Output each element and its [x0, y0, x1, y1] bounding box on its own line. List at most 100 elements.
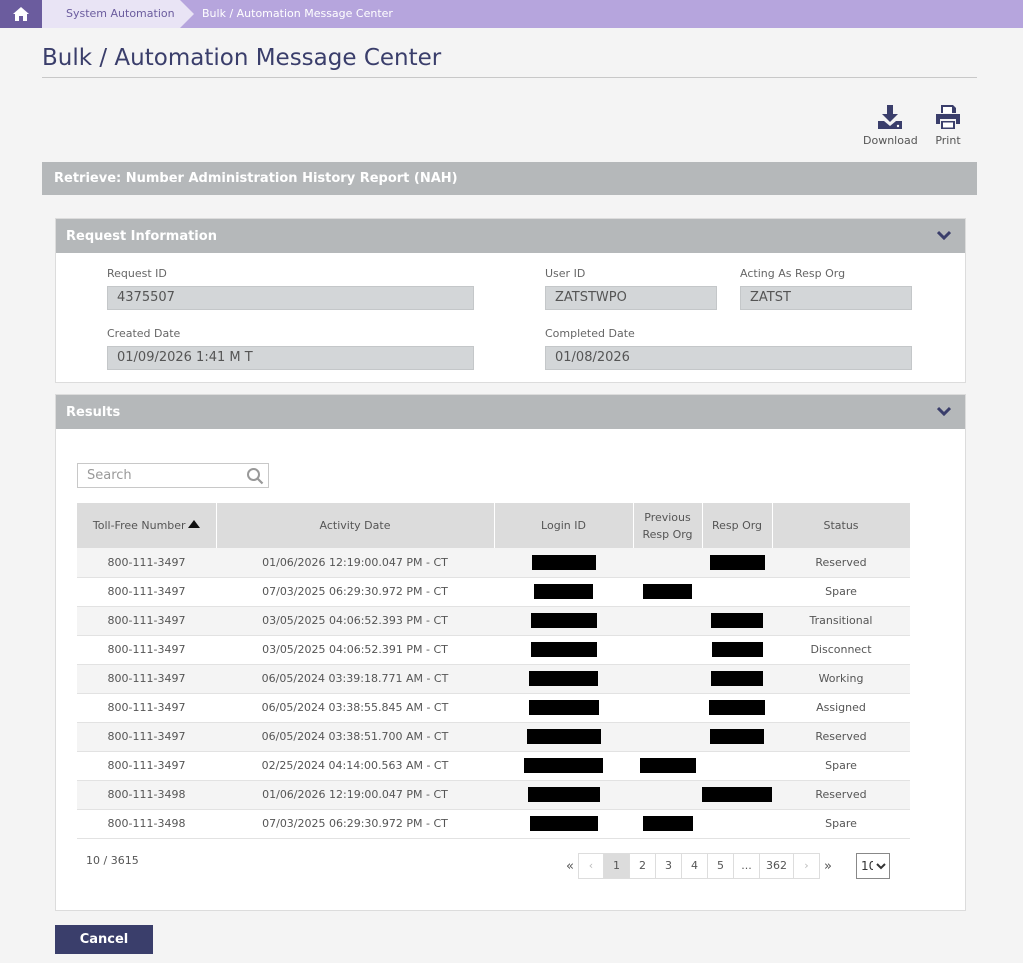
redacted-block [527, 787, 600, 802]
cell-number: 800-111-3497 [77, 606, 216, 636]
table-row[interactable]: 800-111-3498 07/03/2025 06:29:30.972 PM … [77, 809, 910, 839]
redacted-block [530, 613, 597, 628]
redacted-block [639, 758, 696, 773]
first-page-button[interactable]: « [562, 859, 578, 874]
cell-status: Working [772, 664, 910, 694]
cell-login-id [494, 722, 633, 752]
home-button[interactable] [0, 0, 42, 28]
prev-page-button[interactable]: ‹ [578, 853, 604, 879]
cell-login-id [494, 780, 633, 810]
cell-login-id [494, 577, 633, 607]
page-2-button[interactable]: 2 [630, 853, 656, 879]
page-362-button[interactable]: 362 [760, 853, 794, 879]
cell-number: 800-111-3497 [77, 577, 216, 607]
table-row[interactable]: 800-111-3497 03/05/2025 04:06:52.391 PM … [77, 635, 910, 665]
cell-date: 01/06/2026 12:19:00.047 PM - CT [216, 780, 494, 810]
cell-resp-org [702, 548, 772, 578]
cell-resp-org [702, 664, 772, 694]
cell-prev-resp-org [633, 809, 702, 839]
col-resp-org[interactable]: Resp Org [702, 503, 773, 548]
results-header[interactable]: Results [56, 395, 965, 429]
cell-prev-resp-org [633, 693, 702, 723]
download-label: Download [863, 134, 918, 147]
table-row[interactable]: 800-111-3497 06/05/2024 03:39:18.771 AM … [77, 664, 910, 694]
download-icon [878, 105, 903, 129]
cancel-button[interactable]: Cancel [55, 925, 153, 954]
table-header-row: Toll-Free Number Activity Date Login ID … [77, 503, 911, 548]
redacted-block [642, 816, 693, 831]
search-box [77, 463, 269, 488]
cell-resp-org [702, 751, 772, 781]
cell-status: Reserved [772, 548, 910, 578]
request-info-title: Request Information [66, 229, 217, 244]
cell-login-id [494, 606, 633, 636]
table-row[interactable]: 800-111-3497 06/05/2024 03:38:51.700 AM … [77, 722, 910, 752]
cell-prev-resp-org [633, 635, 702, 665]
cell-login-id [494, 635, 633, 665]
redacted-block [528, 700, 599, 715]
cell-date: 03/05/2025 04:06:52.393 PM - CT [216, 606, 494, 636]
cell-date: 07/03/2025 06:29:30.972 PM - CT [216, 809, 494, 839]
page-title: Bulk / Automation Message Center [42, 45, 442, 71]
cell-resp-org [702, 722, 772, 752]
breadcrumb-system-automation[interactable]: System Automation [42, 0, 194, 28]
page-3-button[interactable]: 3 [656, 853, 682, 879]
col-toll-free-number[interactable]: Toll-Free Number [77, 503, 217, 548]
next-page-button[interactable]: › [794, 853, 820, 879]
search-icon[interactable] [246, 467, 264, 485]
cell-status: Reserved [772, 722, 910, 752]
chevron-down-icon[interactable] [937, 406, 951, 416]
col-login-id[interactable]: Login ID [494, 503, 634, 548]
request-info-header[interactable]: Request Information [56, 219, 965, 253]
col-activity-date[interactable]: Activity Date [216, 503, 495, 548]
cell-prev-resp-org [633, 780, 702, 810]
page-5-button[interactable]: 5 [708, 853, 734, 879]
cell-number: 800-111-3497 [77, 751, 216, 781]
col-previous-resp-org[interactable]: Previous Resp Org [633, 503, 703, 548]
completed-date-label: Completed Date [545, 327, 635, 340]
cell-login-id [494, 751, 633, 781]
table-row[interactable]: 800-111-3498 01/06/2026 12:19:00.047 PM … [77, 780, 910, 810]
cell-date: 06/05/2024 03:39:18.771 AM - CT [216, 664, 494, 694]
sort-ascending-icon[interactable] [187, 520, 200, 528]
cell-resp-org [702, 635, 772, 665]
home-icon [13, 7, 29, 21]
redacted-block [709, 554, 765, 570]
print-button[interactable]: Print [935, 104, 961, 147]
table-row[interactable]: 800-111-3497 06/05/2024 03:38:55.845 AM … [77, 693, 910, 723]
user-id-field: ZATSTWPO [545, 286, 717, 310]
results-table: Toll-Free Number Activity Date Login ID … [77, 503, 911, 839]
request-id-label: Request ID [107, 267, 167, 280]
page-1-button[interactable]: 1 [604, 853, 630, 879]
cell-number: 800-111-3497 [77, 548, 216, 578]
breadcrumb: System Automation Bulk / Automation Mess… [0, 0, 1023, 28]
cell-resp-org [702, 693, 772, 723]
page-size-select[interactable]: 10 [856, 853, 890, 879]
breadcrumb-current: Bulk / Automation Message Center [202, 7, 393, 20]
redacted-block [534, 584, 593, 599]
cell-login-id [494, 664, 633, 694]
table-row[interactable]: 800-111-3497 02/25/2024 04:14:00.563 AM … [77, 751, 910, 781]
cell-status: Disconnect [772, 635, 910, 665]
cell-status: Spare [772, 809, 910, 839]
chevron-down-icon[interactable] [937, 230, 951, 240]
cell-status: Reserved [772, 780, 910, 810]
cell-status: Assigned [772, 693, 910, 723]
user-id-label: User ID [545, 267, 586, 280]
table-row[interactable]: 800-111-3497 01/06/2026 12:19:00.047 PM … [77, 548, 910, 578]
last-page-button[interactable]: » [820, 859, 836, 874]
download-button[interactable]: Download [863, 104, 918, 147]
table-row[interactable]: 800-111-3497 07/03/2025 06:29:30.972 PM … [77, 577, 910, 607]
page-4-button[interactable]: 4 [682, 853, 708, 879]
col-status[interactable]: Status [772, 503, 911, 548]
cell-number: 800-111-3497 [77, 664, 216, 694]
cell-status: Transitional [772, 606, 910, 636]
cell-date: 06/05/2024 03:38:51.700 AM - CT [216, 722, 494, 752]
cell-prev-resp-org [633, 548, 702, 578]
search-input[interactable] [78, 464, 238, 487]
cell-date: 03/05/2025 04:06:52.391 PM - CT [216, 635, 494, 665]
redacted-block [710, 729, 764, 744]
table-row[interactable]: 800-111-3497 03/05/2025 04:06:52.393 PM … [77, 606, 910, 636]
redacted-block [524, 758, 603, 773]
redacted-block [529, 816, 598, 831]
